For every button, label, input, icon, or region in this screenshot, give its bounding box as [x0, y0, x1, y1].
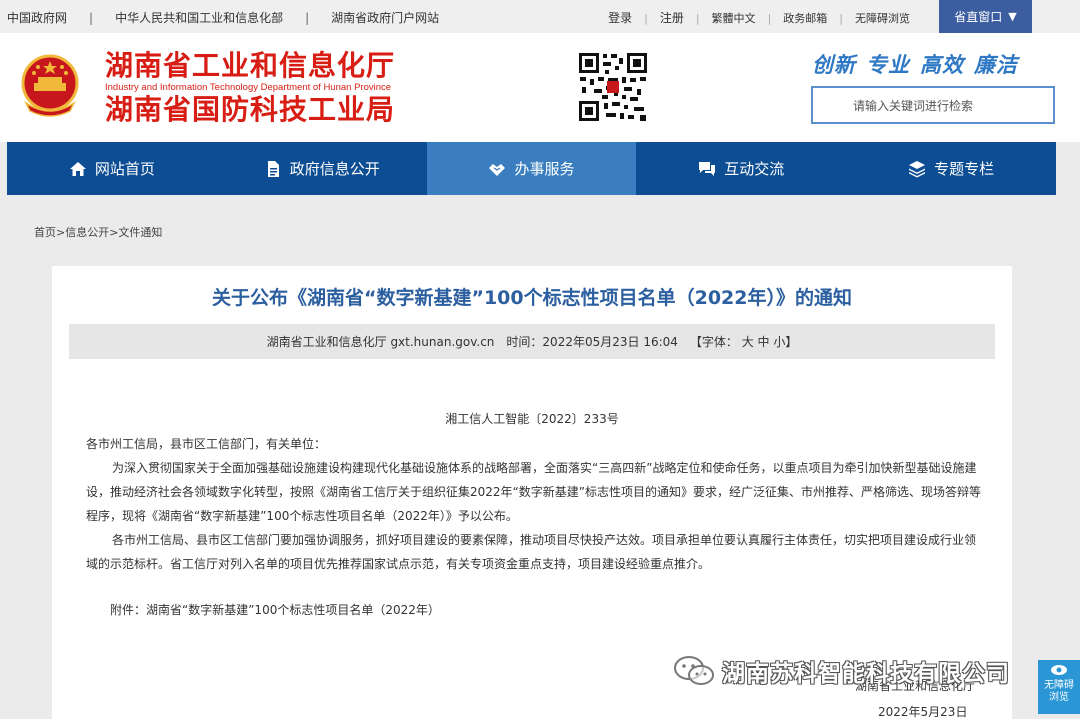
salutation: 各市州工信局，县市区工信部门，有关单位：: [86, 437, 327, 451]
article-panel: 关于公布《湖南省“数字新基建”100个标志性项目名单（2022年）》的通知 湖南…: [52, 266, 1012, 719]
nav-item-label: 政府信息公开: [289, 160, 380, 178]
org-name-secondary: 湖南省国防科技工业局: [105, 93, 396, 126]
document-number: 湘工信人工智能〔2022〕233号: [445, 412, 619, 426]
layers-icon: [909, 160, 926, 177]
divider: |: [767, 12, 772, 25]
meta-time: 时间：2022年05月23日 16:04: [506, 335, 678, 349]
article-body: 各市州工信局，县市区工信部门，有关单位： 为深入贯彻国家关于全面加强基础设施建设…: [86, 432, 981, 576]
article-meta: 湖南省工业和信息化厅 gxt.hunan.gov.cn 时间：2022年05月2…: [69, 324, 995, 359]
link-gov-cn[interactable]: 中国政府网: [7, 9, 67, 26]
nav-item-home[interactable]: 网站首页: [7, 142, 217, 195]
search-input[interactable]: 请输入关键词进行检索: [811, 86, 1055, 124]
main-nav: 网站首页 政府信息公开 办事服务 互动交流 专题专栏: [7, 142, 1056, 195]
watermark-text: 湖南苏科智能科技有限公司: [722, 661, 1010, 687]
nav-item-gov-info[interactable]: 政府信息公开: [217, 142, 427, 195]
site-title: 湖南省工业和信息化厅 Industry and Information Tech…: [105, 51, 395, 125]
article-title: 关于公布《湖南省“数字新基建”100个标志性项目名单（2022年）》的通知: [211, 287, 853, 309]
a11y-label-line1: 无障碍: [1044, 680, 1074, 691]
signature-date: 2022年5月23日: [878, 705, 968, 719]
national-emblem-icon: [21, 54, 79, 117]
top-bar: 中国政府网 | 中华人民共和国工业和信息化部 | 湖南省政府门户网站 登录 | 注册 | 繁體中…: [0, 0, 1080, 33]
watermark: 湖南苏科智能科技有限公司: [672, 654, 1010, 688]
slogan: 创新 专业 高效 廉洁: [812, 49, 1028, 79]
wechat-icon: [674, 656, 714, 685]
divider: |: [839, 12, 843, 25]
register-link[interactable]: 注册: [660, 9, 684, 26]
home-icon: [69, 161, 86, 176]
a11y-label-line2: 浏览: [1049, 692, 1069, 703]
divider: |: [644, 12, 648, 25]
nav-item-label: 专题专栏: [934, 160, 995, 178]
org-name-primary: 湖南省工业和信息化厅: [105, 49, 396, 82]
accessibility-float-button[interactable]: 无障碍 浏览: [1038, 660, 1080, 714]
provincial-window-dropdown[interactable]: 省直窗口 ▼: [939, 0, 1032, 33]
search-placeholder: 请输入关键词进行检索: [853, 98, 974, 113]
slogan-word: 创新: [812, 53, 856, 77]
breadcrumb[interactable]: 首页>信息公开>文件通知: [34, 224, 162, 240]
divider: |: [89, 11, 94, 25]
slogan-word: 高效: [920, 53, 964, 77]
link-miit[interactable]: 中华人民共和国工业和信息化部: [115, 9, 283, 26]
meta-source: 湖南省工业和信息化厅 gxt.hunan.gov.cn: [266, 335, 495, 349]
site-header: 湖南省工业和信息化厅 Industry and Information Tech…: [0, 33, 1080, 142]
dropdown-label: 省直窗口: [954, 10, 1003, 24]
chat-icon: [699, 161, 716, 176]
link-hunan-gov[interactable]: 湖南省政府门户网站: [331, 9, 439, 26]
login-link[interactable]: 登录: [608, 9, 632, 26]
font-size-control[interactable]: 【字体： 大 中 小】: [690, 333, 797, 350]
attachment-link[interactable]: 附件：湖南省“数字新基建”100个标志性项目名单（2022年）: [110, 601, 440, 618]
top-links-left: 中国政府网 | 中华人民共和国工业和信息化部 | 湖南省政府门户网站: [7, 9, 439, 26]
slogan-word: 廉洁: [974, 53, 1018, 77]
nav-item-label: 互动交流: [724, 160, 785, 178]
document-icon: [267, 160, 279, 177]
qr-code-icon: [577, 51, 649, 123]
top-links-right: 登录 | 注册 | 繁體中文 | 政务邮箱 | 无障碍浏览: [608, 9, 910, 26]
handshake-icon: [489, 163, 506, 176]
nav-item-interaction[interactable]: 互动交流: [636, 142, 846, 195]
chevron-down-icon: ▼: [1008, 10, 1017, 23]
gov-mail-link[interactable]: 政务邮箱: [783, 10, 827, 26]
nav-item-services[interactable]: 办事服务: [426, 142, 637, 195]
paragraph: 各市州工信局、县市区工信部门要加强协调服务，抓好项目建设的要素保障，推动项目尽快…: [86, 533, 977, 571]
slogan-word: 专业: [866, 53, 910, 77]
eye-icon: [1051, 665, 1067, 675]
nav-item-label: 网站首页: [94, 160, 155, 178]
nav-item-label: 办事服务: [514, 160, 575, 178]
traditional-chinese-link[interactable]: 繁體中文: [712, 10, 756, 26]
nav-item-topics[interactable]: 专题专栏: [846, 142, 1056, 195]
accessibility-link[interactable]: 无障碍浏览: [855, 10, 910, 26]
divider: |: [305, 11, 310, 25]
divider: |: [695, 12, 700, 25]
paragraph: 为深入贯彻国家关于全面加强基础设施建设构建现代化基础设施体系的战略部署，全面落实…: [86, 461, 981, 523]
